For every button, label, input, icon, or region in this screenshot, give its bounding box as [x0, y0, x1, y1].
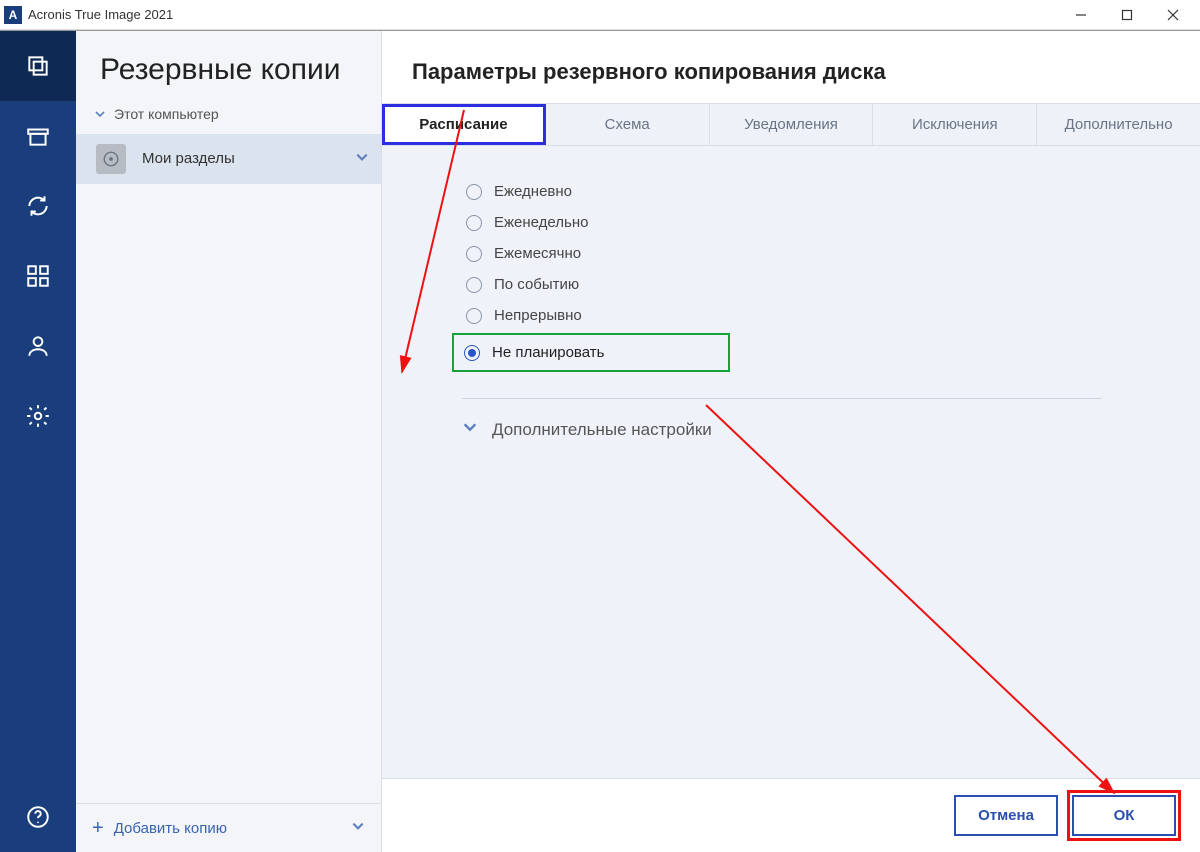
page-title: Параметры резервного копирования диска — [382, 31, 1200, 103]
radio-label: Не планировать — [492, 344, 604, 361]
nav-help-icon[interactable] — [0, 782, 76, 852]
radio-continuous[interactable]: Непрерывно — [462, 300, 1164, 331]
radio-icon — [464, 345, 480, 361]
nav-settings-icon[interactable] — [0, 381, 76, 451]
window-controls — [1058, 0, 1196, 30]
radio-do-not-schedule[interactable]: Не планировать — [454, 335, 728, 370]
titlebar: A Acronis True Image 2021 — [0, 0, 1200, 30]
tab-scheme[interactable]: Схема — [546, 104, 710, 145]
main-panel: Параметры резервного копирования диска Р… — [382, 31, 1200, 852]
radio-label: Ежемесячно — [494, 245, 581, 262]
close-button[interactable] — [1150, 0, 1196, 30]
radio-on-event[interactable]: По событию — [462, 269, 1164, 300]
nav-rail — [0, 31, 76, 852]
nav-archive-icon[interactable] — [0, 101, 76, 171]
disk-icon — [96, 144, 126, 174]
tree-root[interactable]: Этот компьютер — [76, 96, 381, 132]
radio-icon — [466, 246, 482, 262]
advanced-settings-toggle[interactable]: Дополнительные настройки — [462, 419, 1164, 440]
window-title: Acronis True Image 2021 — [28, 7, 173, 22]
nav-backup-icon[interactable] — [0, 31, 76, 101]
radio-label: Ежедневно — [494, 183, 572, 200]
sidebar: Резервные копии Этот компьютер Мои разде… — [76, 31, 382, 852]
app-shell: Резервные копии Этот компьютер Мои разде… — [0, 30, 1200, 852]
dialog-footer: Отмена ОК — [382, 778, 1200, 852]
maximize-button[interactable] — [1104, 0, 1150, 30]
separator — [462, 398, 1102, 399]
minimize-button[interactable] — [1058, 0, 1104, 30]
radio-icon — [466, 184, 482, 200]
chevron-down-icon — [355, 150, 369, 167]
tab-exclusions[interactable]: Исключения — [873, 104, 1037, 145]
add-backup-label: Добавить копию — [114, 820, 227, 837]
sidebar-heading: Резервные копии — [76, 31, 381, 96]
radio-icon — [466, 277, 482, 293]
tab-bar: Расписание Схема Уведомления Исключения … — [382, 103, 1200, 146]
radio-icon — [466, 308, 482, 324]
tab-advanced[interactable]: Дополнительно — [1037, 104, 1200, 145]
cancel-button[interactable]: Отмена — [954, 795, 1058, 836]
tree-item-label: Мои разделы — [142, 150, 235, 167]
tab-schedule[interactable]: Расписание — [382, 104, 546, 145]
radio-label: Еженедельно — [494, 214, 588, 231]
chevron-down-icon — [462, 419, 478, 440]
nav-account-icon[interactable] — [0, 311, 76, 381]
tree-root-label: Этот компьютер — [114, 106, 219, 122]
radio-label: По событию — [494, 276, 579, 293]
app-logo-icon: A — [4, 6, 22, 24]
tab-content: Ежедневно Еженедельно Ежемесячно По собы… — [382, 146, 1200, 778]
add-backup-button[interactable]: + Добавить копию — [76, 803, 381, 852]
tree-item-my-partitions[interactable]: Мои разделы — [76, 134, 381, 184]
radio-monthly[interactable]: Ежемесячно — [462, 238, 1164, 269]
chevron-down-icon — [351, 819, 365, 837]
advanced-settings-label: Дополнительные настройки — [492, 420, 712, 440]
radio-label: Непрерывно — [494, 307, 582, 324]
chevron-down-icon — [94, 107, 108, 121]
plus-icon: + — [92, 818, 104, 838]
tab-notifications[interactable]: Уведомления — [710, 104, 874, 145]
ok-button[interactable]: ОК — [1072, 795, 1176, 836]
nav-dashboard-icon[interactable] — [0, 241, 76, 311]
radio-icon — [466, 215, 482, 231]
radio-weekly[interactable]: Еженедельно — [462, 207, 1164, 238]
radio-daily[interactable]: Ежедневно — [462, 176, 1164, 207]
nav-sync-icon[interactable] — [0, 171, 76, 241]
